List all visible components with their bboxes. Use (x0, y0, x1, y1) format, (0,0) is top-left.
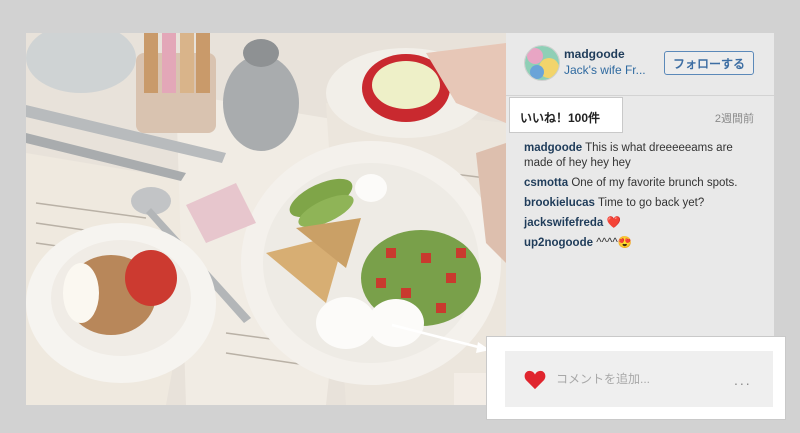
comment-item: csmotta One of my favorite brunch spots. (524, 176, 760, 191)
location-link[interactable]: Jack's wife Fr... (564, 63, 664, 77)
comment-item: jackswifefreda ❤️ (524, 216, 760, 231)
heart-icon[interactable] (524, 370, 546, 390)
comment-list: madgoode This is what dreeeeeams are mad… (524, 141, 760, 256)
comment-item: brookielucas Time to go back yet? (524, 196, 760, 211)
comment-item: madgoode This is what dreeeeeams are mad… (524, 141, 760, 171)
comment-user[interactable]: jackswifefreda (524, 217, 603, 229)
likes-highlight: いいね！100件 (509, 97, 623, 133)
comment-input[interactable]: コメントを追加... (556, 370, 650, 387)
comment-text: Time to go back yet? (597, 197, 705, 209)
comment-user[interactable]: csmotta (524, 177, 568, 189)
comment-text: ❤️ (606, 217, 621, 229)
follow-button[interactable]: フォローする (664, 51, 754, 75)
comment-text: One of my favorite brunch spots. (571, 177, 738, 189)
comment-user[interactable]: up2nogoode (524, 237, 593, 249)
comment-item: up2nogoode ^^^^😍 (524, 236, 760, 251)
comment-user[interactable]: brookielucas (524, 197, 595, 209)
avatar[interactable] (524, 45, 560, 81)
more-options-icon[interactable]: ... (734, 372, 752, 388)
comment-text: ^^^^😍 (596, 237, 633, 249)
comment-user[interactable]: madgoode (524, 142, 582, 154)
likes-count[interactable]: いいね！100件 (520, 109, 600, 126)
post-time[interactable]: 2週間前 (715, 110, 754, 126)
username-link[interactable]: madgoode (564, 47, 625, 61)
post-header: madgoode Jack's wife Fr... フォローする (506, 33, 774, 96)
